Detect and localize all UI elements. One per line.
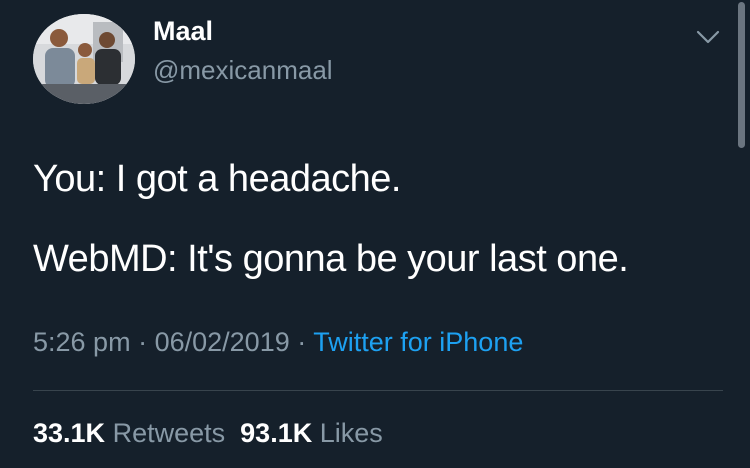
tweet-meta: 5:26 pm · 06/02/2019 · Twitter for iPhon… (33, 324, 523, 360)
likes-stat[interactable]: 93.1K Likes (240, 418, 383, 448)
avatar[interactable] (33, 14, 135, 104)
divider (33, 390, 723, 391)
tweet-source-link[interactable]: Twitter for iPhone (313, 327, 523, 357)
meta-separator: · (297, 327, 307, 357)
tweet-text-line: You: I got a headache. (33, 158, 401, 200)
tweet-stats: 33.1K Retweets 93.1K Likes (33, 415, 383, 451)
retweets-label: Retweets (112, 418, 226, 448)
tweet-text-line: WebMD: It's gonna be your last one. (33, 238, 629, 280)
author-handle[interactable]: @mexicanmaal (153, 54, 333, 86)
likes-count: 93.1K (240, 418, 313, 448)
author-display-name[interactable]: Maal (153, 14, 213, 48)
chevron-down-icon[interactable] (695, 24, 721, 50)
likes-label: Likes (319, 418, 383, 448)
tweet-date[interactable]: 06/02/2019 (155, 327, 290, 357)
avatar-photo (33, 14, 135, 104)
tweet-card: Maal @mexicanmaal You: I got a headache.… (0, 0, 750, 468)
retweets-stat[interactable]: 33.1K Retweets (33, 418, 225, 448)
scrollbar[interactable] (738, 2, 745, 148)
retweets-count: 33.1K (33, 418, 106, 448)
meta-separator: · (138, 327, 148, 357)
tweet-time[interactable]: 5:26 pm (33, 327, 131, 357)
